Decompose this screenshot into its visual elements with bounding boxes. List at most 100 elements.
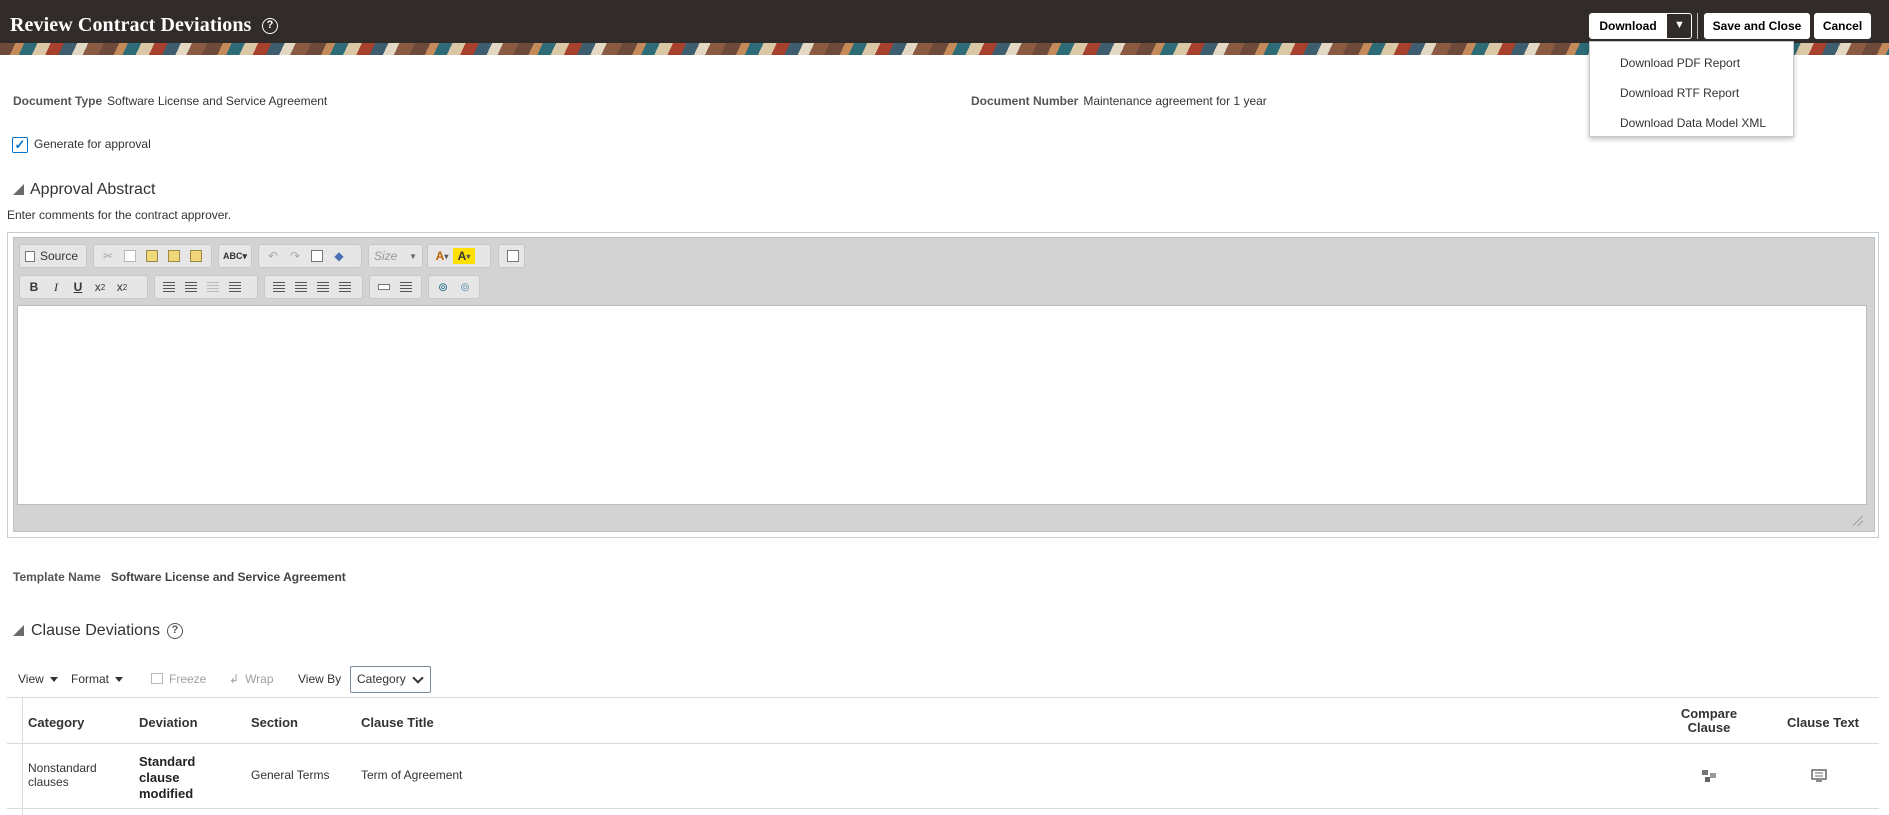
- document-type-label: Document Type: [13, 94, 103, 108]
- download-menu: Download PDF Report Download RTF Report …: [1589, 41, 1794, 137]
- compare-clause-icon[interactable]: [1701, 769, 1717, 783]
- caret-down-icon: ▼: [1674, 19, 1685, 31]
- document-type-value: Software License and Service Agreement: [107, 94, 328, 108]
- increase-indent-icon[interactable]: [224, 277, 246, 297]
- superscript-button[interactable]: x2: [111, 277, 133, 297]
- column-header-compare-clause[interactable]: Compare Clause: [1677, 707, 1741, 735]
- decrease-indent-icon[interactable]: [202, 277, 224, 297]
- undo-icon[interactable]: ↶: [262, 246, 284, 266]
- caret-down-icon: [49, 677, 58, 683]
- justify-icon[interactable]: [334, 277, 356, 297]
- underline-button[interactable]: U: [67, 277, 89, 297]
- size-group: Size ▼: [368, 244, 423, 268]
- document-type-field: Document Type Software License and Servic…: [13, 94, 327, 108]
- cancel-button[interactable]: Cancel: [1814, 13, 1871, 39]
- menu-item-download-pdf[interactable]: Download PDF Report: [1590, 48, 1793, 78]
- redo-icon[interactable]: ↷: [284, 246, 306, 266]
- paste-icon[interactable]: [141, 246, 163, 266]
- italic-button[interactable]: I: [45, 277, 67, 297]
- resize-grip-icon[interactable]: [1853, 516, 1863, 526]
- cell-clause-title: Term of Agreement: [361, 768, 463, 782]
- page-break-icon[interactable]: [395, 277, 417, 297]
- document-number-field: Document Number Maintenance agreement for…: [971, 94, 1267, 108]
- horizontal-line-icon[interactable]: [373, 277, 395, 297]
- spellcheck-icon[interactable]: ABC▾: [222, 246, 248, 266]
- align-left-icon[interactable]: [268, 277, 290, 297]
- bulleted-list-icon[interactable]: [180, 277, 202, 297]
- select-all-icon[interactable]: [306, 246, 328, 266]
- view-menu[interactable]: View: [18, 672, 58, 686]
- wrap-button[interactable]: ↲ Wrap: [229, 672, 274, 686]
- find-icon[interactable]: ⊚: [432, 277, 454, 297]
- column-header-section[interactable]: Section: [251, 715, 298, 730]
- freeze-button[interactable]: Freeze: [151, 672, 206, 686]
- copy-icon[interactable]: [119, 246, 141, 266]
- column-header-clause-text[interactable]: Clause Text: [1787, 715, 1859, 730]
- undo-group: ↶ ↷ ◆: [258, 244, 362, 268]
- row-selector-column: [22, 697, 23, 815]
- template-name-field: Template Name Software License and Servic…: [13, 570, 346, 584]
- source-button[interactable]: Source: [23, 246, 80, 266]
- help-icon[interactable]: ?: [167, 623, 183, 639]
- align-right-icon[interactable]: [312, 277, 334, 297]
- remove-format-icon[interactable]: ◆: [328, 246, 350, 266]
- approval-instruction: Enter comments for the contract approver…: [7, 208, 232, 222]
- replace-icon[interactable]: ⊚: [454, 277, 476, 297]
- collapse-triangle-icon[interactable]: [13, 184, 24, 195]
- chevron-down-icon: [412, 672, 424, 684]
- font-size-select[interactable]: Size ▼: [372, 246, 419, 266]
- source-group: Source: [19, 244, 87, 268]
- column-header-category[interactable]: Category: [28, 715, 84, 730]
- color-group: A ▾ A ▾: [427, 244, 491, 268]
- find-group: ⊚ ⊚: [428, 275, 480, 299]
- preview-group: [498, 244, 525, 268]
- document-number-value: Maintenance agreement for 1 year: [1083, 94, 1267, 108]
- column-header-deviation[interactable]: Deviation: [139, 715, 198, 730]
- help-icon[interactable]: ?: [262, 18, 278, 34]
- editor-text-area[interactable]: [17, 305, 1867, 505]
- save-and-close-button[interactable]: Save and Close: [1704, 13, 1810, 39]
- format-menu[interactable]: Format: [71, 672, 124, 686]
- preview-icon[interactable]: [502, 246, 524, 266]
- menu-item-download-xml[interactable]: Download Data Model XML: [1590, 108, 1793, 138]
- download-button[interactable]: Download: [1590, 14, 1666, 38]
- cut-icon[interactable]: ✂: [97, 246, 119, 266]
- cell-deviation: Standard clause modified: [139, 754, 196, 801]
- checkmark-icon: ✓: [14, 137, 26, 152]
- clause-text-icon[interactable]: [1811, 769, 1827, 783]
- text-color-icon[interactable]: A ▾: [431, 246, 453, 266]
- cell-category: Nonstandard clauses: [28, 761, 97, 789]
- template-name-label: Template Name: [13, 570, 101, 584]
- caret-down-icon: ▼: [409, 251, 417, 261]
- wrap-icon: ↲: [229, 672, 240, 686]
- bold-button[interactable]: B: [23, 277, 45, 297]
- clause-deviations-title: Clause Deviations: [31, 622, 160, 639]
- insert-group: [369, 275, 422, 299]
- clause-deviations-table: Category Deviation Section Clause Title …: [7, 697, 1879, 815]
- background-color-icon[interactable]: A ▾: [453, 248, 475, 264]
- column-header-clause-title[interactable]: Clause Title: [361, 715, 434, 730]
- alignment-group: [264, 275, 363, 299]
- download-menu-toggle[interactable]: ▼: [1666, 14, 1691, 38]
- approval-abstract-title: Approval Abstract: [30, 181, 156, 198]
- numbered-list-icon[interactable]: [158, 277, 180, 297]
- toolbar-divider: [1697, 13, 1698, 39]
- generate-for-approval-checkbox[interactable]: ✓: [12, 137, 28, 153]
- clipboard-group: ✂: [93, 244, 212, 268]
- view-by-select[interactable]: Category: [350, 666, 431, 693]
- spellcheck-group: ABC▾: [218, 244, 252, 268]
- download-split-button[interactable]: Download ▼: [1589, 13, 1692, 39]
- table-header: Category Deviation Section Clause Title …: [7, 697, 1879, 744]
- menu-item-download-rtf[interactable]: Download RTF Report: [1590, 78, 1793, 108]
- basic-style-group: B I U x2 x2: [19, 275, 148, 299]
- cell-section: General Terms: [251, 768, 330, 782]
- paste-text-icon[interactable]: [163, 246, 185, 266]
- source-icon: [25, 250, 35, 262]
- align-center-icon[interactable]: [290, 277, 312, 297]
- subscript-button[interactable]: x2: [89, 277, 111, 297]
- document-number-label: Document Number: [971, 94, 1079, 108]
- paste-word-icon[interactable]: [185, 246, 207, 266]
- generate-for-approval-label: Generate for approval: [34, 137, 151, 151]
- collapse-triangle-icon[interactable]: [13, 625, 24, 636]
- caret-down-icon: [115, 677, 124, 683]
